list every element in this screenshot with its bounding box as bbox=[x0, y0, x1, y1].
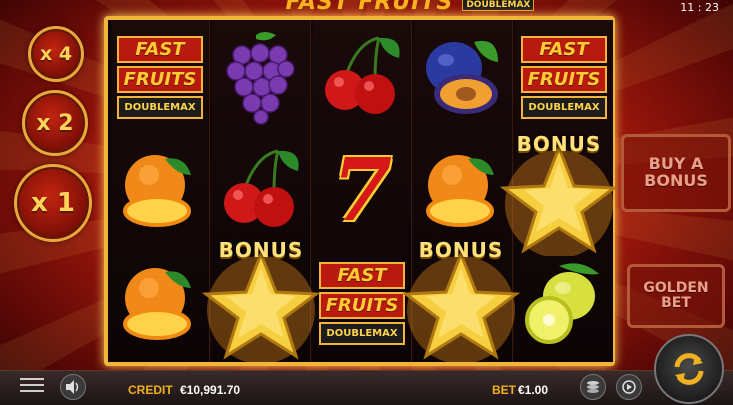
game-title-badge: DOUBLEMAX bbox=[462, 0, 535, 11]
seven-text: 7 bbox=[332, 139, 392, 241]
logo-fruits: FRUITS bbox=[521, 65, 607, 93]
orange-icon bbox=[123, 268, 191, 340]
autoplay-icon[interactable] bbox=[616, 374, 642, 400]
logo-fast: FAST bbox=[117, 35, 203, 63]
logo-fruits: FRUITS bbox=[319, 291, 405, 319]
buy-bonus-button[interactable]: BUY A BONUS bbox=[621, 134, 731, 212]
plum-icon bbox=[426, 40, 498, 114]
symbol-fast-fruits-logo: FAST FRUITS DOUBLEMAX bbox=[515, 22, 613, 132]
logo-doublemax: DOUBLEMAX bbox=[117, 95, 203, 119]
golden-bet-line2: BET bbox=[661, 295, 691, 311]
bonus-star-reel-5: BONUS bbox=[494, 126, 624, 258]
bet-label: BET bbox=[492, 383, 516, 397]
spin-icon bbox=[674, 353, 704, 385]
bet-value: €1.00 bbox=[518, 383, 549, 397]
grapes-icon bbox=[226, 32, 295, 125]
logo-fast: FAST bbox=[319, 261, 405, 289]
cherries-icon bbox=[224, 149, 299, 227]
symbol-lemon bbox=[515, 248, 613, 358]
logo-doublemax: DOUBLEMAX bbox=[521, 95, 607, 119]
game-title: FAST FRUITS DOUBLEMAX bbox=[230, 0, 590, 15]
symbol-seven: 7 bbox=[313, 135, 411, 245]
bonus-label: BONUS bbox=[516, 132, 602, 156]
symbol-orange bbox=[111, 135, 209, 245]
symbol-cherries bbox=[212, 135, 310, 245]
golden-bet-line1: GOLDEN bbox=[643, 280, 709, 297]
symbol-fast-fruits-logo: FAST FRUITS DOUBLEMAX bbox=[111, 22, 209, 132]
credit-value: €10,991.70 bbox=[180, 383, 241, 397]
credit-label: CREDIT bbox=[128, 383, 173, 397]
logo-fruits: FRUITS bbox=[117, 65, 203, 93]
spin-button[interactable] bbox=[654, 334, 724, 404]
menu-icon[interactable] bbox=[20, 375, 44, 395]
lemon-icon bbox=[525, 263, 599, 344]
orange-icon bbox=[123, 155, 191, 227]
multiplier-x1: x 1 bbox=[14, 164, 92, 242]
bonus-star-reel-2: BONUS bbox=[196, 232, 326, 364]
bonus-label: BONUS bbox=[218, 238, 304, 262]
multiplier-x2: x 2 bbox=[22, 90, 88, 156]
sound-icon[interactable] bbox=[60, 374, 86, 400]
golden-bet-button[interactable]: GOLDEN BET bbox=[627, 264, 725, 328]
symbol-plum bbox=[414, 22, 512, 132]
multiplier-x4: x 4 bbox=[28, 26, 84, 82]
game-title-text: FAST FRUITS bbox=[285, 0, 454, 15]
symbol-orange bbox=[111, 248, 209, 358]
logo-doublemax: DOUBLEMAX bbox=[319, 321, 405, 345]
buy-bonus-line2: BONUS bbox=[644, 171, 708, 190]
logo-fast: FAST bbox=[521, 35, 607, 63]
coin-stack-icon[interactable] bbox=[580, 374, 606, 400]
symbol-cherries bbox=[313, 22, 411, 132]
clock: 11 : 23 bbox=[680, 1, 719, 14]
cherries-icon bbox=[325, 36, 400, 114]
symbol-grapes bbox=[212, 22, 310, 132]
